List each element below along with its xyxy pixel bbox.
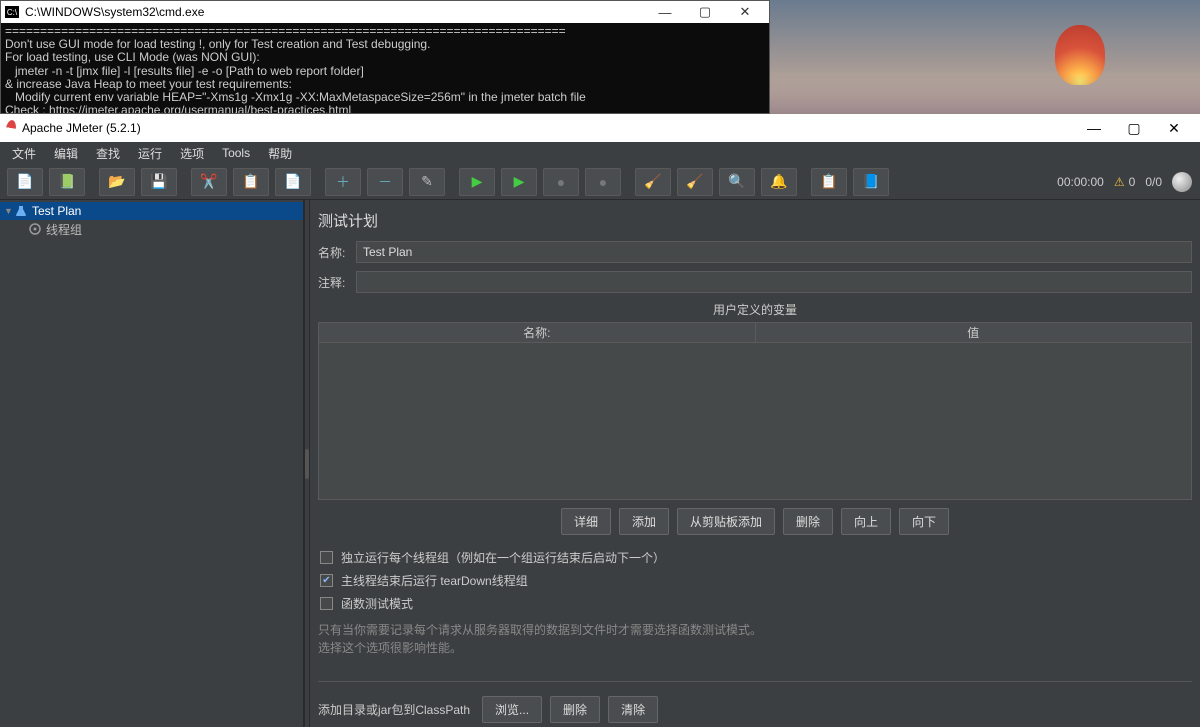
jmeter-menubar: 文件 编辑 查找 运行 选项 Tools 帮助 xyxy=(0,142,1200,164)
desktop-wallpaper xyxy=(770,0,1200,114)
warning-count: 0 xyxy=(1129,175,1136,189)
search-button[interactable]: 🔍 xyxy=(719,168,755,196)
function-helper-button[interactable]: 📋 xyxy=(811,168,847,196)
down-button[interactable]: 向下 xyxy=(899,508,949,535)
templates-button[interactable]: 📗 xyxy=(49,168,85,196)
functional-mode-hint: 只有当你需要记录每个请求从服务器取得的数据到文件时才需要选择函数测试模式。 选择… xyxy=(318,622,1192,657)
thread-ratio: 0/0 xyxy=(1145,175,1162,189)
name-label: 名称: xyxy=(318,244,356,261)
cp-clear-button[interactable]: 清除 xyxy=(608,696,658,723)
editor-panel: 测试计划 名称: 注释: 用户定义的变量 名称: 值 详细 添加 从剪贴板添加 xyxy=(310,200,1200,727)
cmd-icon: C:\ xyxy=(5,6,19,18)
cmd-titlebar[interactable]: C:\ C:\WINDOWS\system32\cmd.exe — ▢ ✕ xyxy=(1,1,769,23)
beaker-icon xyxy=(14,204,28,218)
detail-button[interactable]: 详细 xyxy=(561,508,611,535)
vars-table[interactable]: 名称: 值 xyxy=(318,322,1192,500)
gear-icon xyxy=(28,222,42,236)
start-button[interactable]: ▶ xyxy=(459,168,495,196)
paste-button[interactable]: 📄 xyxy=(275,168,311,196)
comment-input[interactable] xyxy=(356,271,1192,293)
warning-icon[interactable]: ⚠ xyxy=(1114,175,1125,189)
check-serialize-threadgroups[interactable]: 独立运行每个线程组（例如在一个组运行结束后启动下一个） xyxy=(318,549,1192,566)
browse-button[interactable]: 浏览... xyxy=(482,696,542,723)
jmeter-maximize-button[interactable]: ▢ xyxy=(1114,114,1154,142)
col-header-value[interactable]: 值 xyxy=(756,323,1192,342)
add-from-clipboard-button[interactable]: 从剪贴板添加 xyxy=(677,508,775,535)
jmeter-toolbar: 📄 📗 📂 💾 ✂️ 📋 📄 ＋ － ✎ ▶ ▶ ● ● 🧹 🧹 🔍 🔔 📋 📘… xyxy=(0,164,1200,200)
jmeter-minimize-button[interactable]: — xyxy=(1074,114,1114,142)
cmd-window: C:\ C:\WINDOWS\system32\cmd.exe — ▢ ✕ ==… xyxy=(0,0,770,114)
check-teardown[interactable]: 主线程结束后运行 tearDown线程组 xyxy=(318,572,1192,589)
globe-icon[interactable] xyxy=(1172,172,1192,192)
jmeter-titlebar[interactable]: Apache JMeter (5.2.1) — ▢ ✕ xyxy=(0,114,1200,142)
divider xyxy=(318,681,1192,682)
new-button[interactable]: 📄 xyxy=(7,168,43,196)
clear-button[interactable]: 🧹 xyxy=(635,168,671,196)
menu-help[interactable]: 帮助 xyxy=(260,143,300,164)
menu-options[interactable]: 选项 xyxy=(172,143,212,164)
check-functional-mode[interactable]: 函数测试模式 xyxy=(318,595,1192,612)
tree-label-root: Test Plan xyxy=(32,204,81,218)
stop-button[interactable]: ● xyxy=(543,168,579,196)
collapse-button[interactable]: － xyxy=(367,168,403,196)
tree-node-thread-group[interactable]: 线程组 xyxy=(0,220,303,238)
checkbox-icon[interactable] xyxy=(320,597,333,610)
clear-all-button[interactable]: 🧹 xyxy=(677,168,713,196)
cmd-close-button[interactable]: ✕ xyxy=(725,1,765,23)
cmd-maximize-button[interactable]: ▢ xyxy=(685,1,725,23)
col-header-name[interactable]: 名称: xyxy=(319,323,756,342)
vars-section-title: 用户定义的变量 xyxy=(318,301,1192,318)
classpath-label: 添加目录或jar包到ClassPath xyxy=(318,701,470,718)
shutdown-button[interactable]: ● xyxy=(585,168,621,196)
menu-edit[interactable]: 编辑 xyxy=(46,143,86,164)
tree-label-threadgroup: 线程组 xyxy=(46,221,82,238)
menu-tools[interactable]: Tools xyxy=(214,144,258,162)
comment-label: 注释: xyxy=(318,274,356,291)
help-button[interactable]: 📘 xyxy=(853,168,889,196)
menu-run[interactable]: 运行 xyxy=(130,143,170,164)
expand-button[interactable]: ＋ xyxy=(325,168,361,196)
jmeter-logo-icon xyxy=(5,119,18,136)
cmd-title: C:\WINDOWS\system32\cmd.exe xyxy=(25,5,204,19)
vars-button-row: 详细 添加 从剪贴板添加 删除 向上 向下 xyxy=(318,508,1192,535)
clouds-graphic xyxy=(770,74,1200,114)
panel-title: 测试计划 xyxy=(318,210,1192,231)
cmd-output: ========================================… xyxy=(1,23,769,113)
delete-button[interactable]: 删除 xyxy=(783,508,833,535)
classpath-row: 添加目录或jar包到ClassPath 浏览... 删除 清除 xyxy=(318,696,1192,723)
cut-button[interactable]: ✂️ xyxy=(191,168,227,196)
toggle-button[interactable]: ✎ xyxy=(409,168,445,196)
cmd-minimize-button[interactable]: — xyxy=(645,1,685,23)
add-button[interactable]: 添加 xyxy=(619,508,669,535)
elapsed-time: 00:00:00 xyxy=(1057,175,1104,189)
save-button[interactable]: 💾 xyxy=(141,168,177,196)
copy-button[interactable]: 📋 xyxy=(233,168,269,196)
tree-expand-icon[interactable]: ▼ xyxy=(4,206,14,216)
reset-search-button[interactable]: 🔔 xyxy=(761,168,797,196)
checkbox-icon[interactable] xyxy=(320,551,333,564)
jmeter-close-button[interactable]: ✕ xyxy=(1154,114,1194,142)
cp-delete-button[interactable]: 删除 xyxy=(550,696,600,723)
checkbox-checked-icon[interactable] xyxy=(320,574,333,587)
open-button[interactable]: 📂 xyxy=(99,168,135,196)
name-input[interactable] xyxy=(356,241,1192,263)
menu-file[interactable]: 文件 xyxy=(4,143,44,164)
tree-node-test-plan[interactable]: ▼ Test Plan xyxy=(0,202,303,220)
jmeter-window: Apache JMeter (5.2.1) — ▢ ✕ 文件 编辑 查找 运行 … xyxy=(0,114,1200,727)
menu-search[interactable]: 查找 xyxy=(88,143,128,164)
test-plan-tree[interactable]: ▼ Test Plan 线程组 xyxy=(0,200,304,727)
start-notimers-button[interactable]: ▶ xyxy=(501,168,537,196)
up-button[interactable]: 向上 xyxy=(841,508,891,535)
jmeter-title: Apache JMeter (5.2.1) xyxy=(22,121,141,135)
